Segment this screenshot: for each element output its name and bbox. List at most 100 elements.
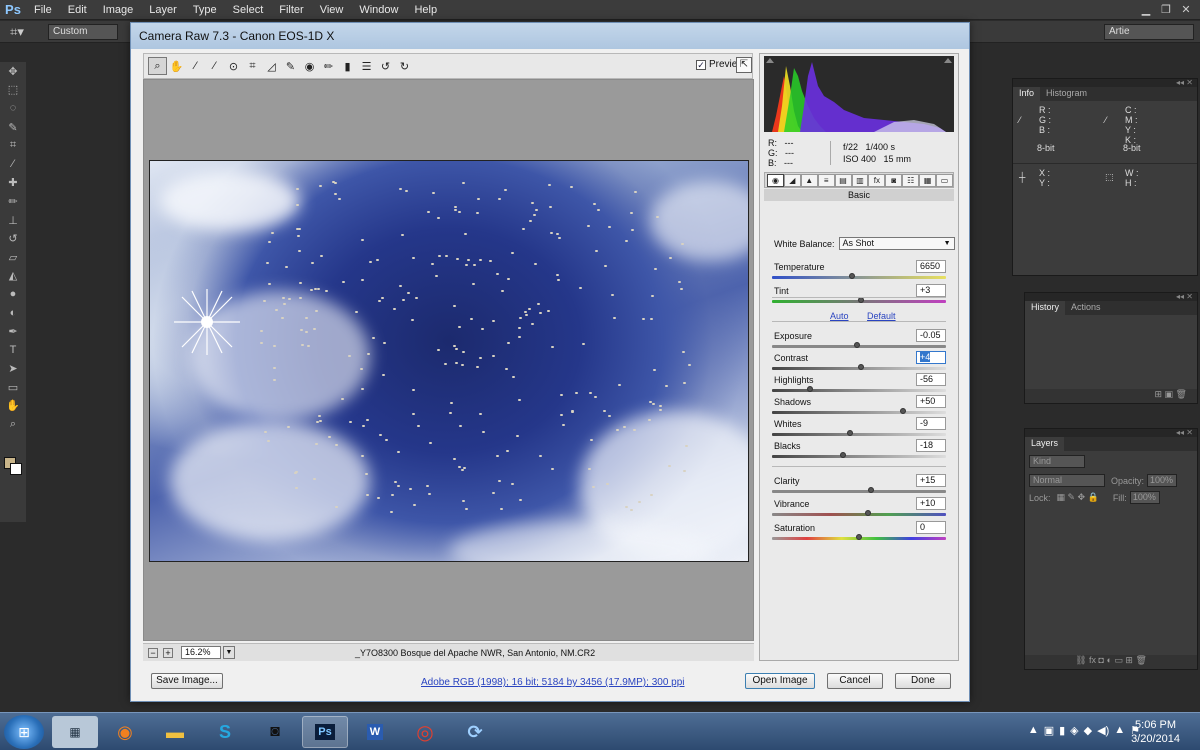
type-tool-icon[interactable]: T bbox=[0, 341, 26, 360]
zoom-out-button[interactable]: − bbox=[148, 647, 158, 658]
background-color-swatch[interactable] bbox=[10, 463, 22, 475]
image-preview-area[interactable] bbox=[143, 79, 754, 641]
highlight-clipping-icon[interactable] bbox=[944, 58, 952, 63]
move-tool-icon[interactable]: ✥ bbox=[0, 62, 26, 81]
skype-icon[interactable]: S bbox=[202, 716, 248, 748]
whites-track[interactable] bbox=[772, 433, 946, 436]
start-button[interactable]: ⊞ bbox=[4, 715, 44, 749]
explorer-icon[interactable]: ▬ bbox=[152, 716, 198, 748]
blacks-slider[interactable]: Blacks -18 bbox=[772, 439, 946, 463]
temperature-knob[interactable] bbox=[849, 273, 856, 279]
camera-calibration-tab-icon[interactable]: ◙ bbox=[885, 173, 903, 187]
clarity-value-field[interactable]: +15 bbox=[916, 474, 946, 487]
basic-tab-icon[interactable]: ◉ bbox=[767, 173, 784, 187]
lasso-tool-icon[interactable]: ◌ bbox=[0, 99, 26, 118]
eraser-tool-icon[interactable]: ▱ bbox=[0, 248, 26, 267]
panel-collapse-icon[interactable]: ◂◂ ✕ bbox=[1025, 293, 1197, 301]
done-button[interactable]: Done bbox=[895, 673, 951, 689]
opacity-field[interactable]: 100% bbox=[1147, 474, 1178, 487]
blur-tool-icon[interactable]: ● bbox=[0, 285, 26, 304]
targeted-adjustment-icon[interactable]: ⊙ bbox=[224, 57, 243, 75]
history-brush-tool-icon[interactable]: ↺ bbox=[0, 229, 26, 248]
tone-curve-tab-icon[interactable]: ◢ bbox=[783, 173, 801, 187]
calculator-icon[interactable]: ▦ bbox=[52, 716, 98, 748]
chrome-icon[interactable]: ◎ bbox=[402, 716, 448, 748]
straighten-tool-icon[interactable]: ◿ bbox=[262, 57, 281, 75]
vibrance-knob[interactable] bbox=[864, 510, 871, 516]
dodge-tool-icon[interactable]: ◐ bbox=[0, 304, 26, 323]
effects-tab-icon[interactable]: fx bbox=[868, 173, 886, 187]
color-sampler-tool-icon[interactable]: ⁄ bbox=[205, 57, 224, 75]
pen-tool-icon[interactable]: ✒ bbox=[0, 322, 26, 341]
vibrance-track[interactable] bbox=[772, 513, 946, 516]
highlights-value-field[interactable]: -56 bbox=[916, 373, 946, 386]
close-icon[interactable]: ✕ bbox=[1178, 2, 1194, 16]
photo-preview[interactable] bbox=[149, 160, 749, 562]
adjustment-brush-icon[interactable]: ✏ bbox=[319, 57, 338, 75]
vibrance-value-field[interactable]: +10 bbox=[916, 497, 946, 510]
pdf-tray-icon[interactable]: ▣ bbox=[1044, 724, 1054, 737]
restore-icon[interactable]: ❐ bbox=[1158, 2, 1174, 16]
cancel-button[interactable]: Cancel bbox=[827, 673, 883, 689]
menu-filter[interactable]: Filter bbox=[271, 0, 311, 20]
auto-link[interactable]: Auto bbox=[830, 311, 849, 321]
blacks-track[interactable] bbox=[772, 455, 946, 458]
save-image-button[interactable]: Save Image... bbox=[151, 673, 223, 689]
menu-select[interactable]: Select bbox=[225, 0, 272, 20]
brush-tool-icon[interactable]: ✏ bbox=[0, 192, 26, 211]
layer-kind-filter[interactable]: Kind bbox=[1029, 455, 1085, 468]
zoom-level-field[interactable]: 16.2% bbox=[181, 646, 221, 659]
hand-tool-icon[interactable]: ✋ bbox=[167, 57, 186, 75]
menu-view[interactable]: View bbox=[312, 0, 352, 20]
clock[interactable]: 5:06 PM 3/20/2014 bbox=[1131, 718, 1180, 746]
photoshop-taskbar-icon[interactable]: Ps bbox=[302, 716, 348, 748]
red-eye-icon[interactable]: ◉ bbox=[300, 57, 319, 75]
bucket-tool-icon[interactable]: ◭ bbox=[0, 267, 26, 286]
preset-select[interactable]: Custom bbox=[48, 23, 118, 40]
preview-checkbox[interactable]: ✓ bbox=[696, 59, 706, 70]
spot-removal-icon[interactable]: ✎ bbox=[281, 57, 300, 75]
path-select-tool-icon[interactable]: ➤ bbox=[0, 360, 26, 379]
blacks-value-field[interactable]: -18 bbox=[916, 439, 946, 452]
history-footer-icons[interactable]: ⊞ ▣ 🗑 bbox=[1025, 389, 1197, 403]
preferences-icon[interactable]: ☰ bbox=[357, 57, 376, 75]
menu-file[interactable]: File bbox=[26, 0, 60, 20]
temperature-track[interactable] bbox=[772, 276, 946, 279]
fullscreen-icon[interactable]: ⇱ bbox=[736, 57, 752, 73]
open-image-button[interactable]: Open Image bbox=[745, 673, 815, 689]
layers-footer-icons[interactable]: ⛓ fx ◘ ◐ ▭ ⊞ 🗑 bbox=[1025, 655, 1197, 669]
sync-icon[interactable]: ⟳ bbox=[452, 716, 498, 748]
camera-utility-icon[interactable]: ◙ bbox=[252, 716, 298, 748]
white-balance-tool-icon[interactable]: ⁄ bbox=[186, 57, 205, 75]
quick-select-tool-icon[interactable]: ✎ bbox=[0, 118, 26, 137]
panel-collapse-icon[interactable]: ◂◂ ✕ bbox=[1025, 429, 1197, 437]
volume-icon[interactable]: ◀) bbox=[1097, 724, 1109, 737]
zoom-tool-icon[interactable]: ⌕ bbox=[0, 415, 26, 434]
highlights-slider[interactable]: Highlights -56 bbox=[772, 373, 946, 397]
shadows-track[interactable] bbox=[772, 411, 946, 414]
menu-type[interactable]: Type bbox=[185, 0, 225, 20]
temperature-slider[interactable]: Temperature 6650 bbox=[772, 260, 946, 284]
tint-value-field[interactable]: +3 bbox=[916, 284, 946, 297]
default-link[interactable]: Default bbox=[867, 311, 896, 321]
tab-actions[interactable]: Actions bbox=[1065, 301, 1107, 315]
fill-field[interactable]: 100% bbox=[1129, 491, 1160, 504]
zoom-tool-icon[interactable]: ⌕ bbox=[148, 57, 167, 75]
workflow-options-link[interactable]: Adobe RGB (1998); 16 bit; 5184 by 3456 (… bbox=[421, 677, 685, 688]
exposure-value-field[interactable]: -0.05 bbox=[916, 329, 946, 342]
split-toning-tab-icon[interactable]: ▤ bbox=[834, 173, 852, 187]
shadows-knob[interactable] bbox=[899, 408, 906, 414]
contrast-value-field[interactable]: +4 bbox=[916, 351, 946, 364]
blend-mode-select[interactable]: Normal bbox=[1029, 474, 1105, 487]
tab-layers[interactable]: Layers bbox=[1025, 437, 1065, 451]
menu-layer[interactable]: Layer bbox=[141, 0, 185, 20]
detail-tab-icon[interactable]: ▲ bbox=[800, 173, 818, 187]
saturation-value-field[interactable]: 0 bbox=[916, 521, 946, 534]
word-icon[interactable]: W bbox=[352, 716, 398, 748]
shadow-clipping-icon[interactable] bbox=[766, 58, 774, 63]
highlights-track[interactable] bbox=[772, 389, 946, 392]
temperature-value-field[interactable]: 6650 bbox=[916, 260, 946, 273]
vibrance-slider[interactable]: Vibrance +10 bbox=[772, 497, 946, 521]
zoom-dropdown-icon[interactable]: ▼ bbox=[223, 646, 235, 659]
acrobat-tray-icon[interactable]: ▲ bbox=[1028, 724, 1039, 737]
